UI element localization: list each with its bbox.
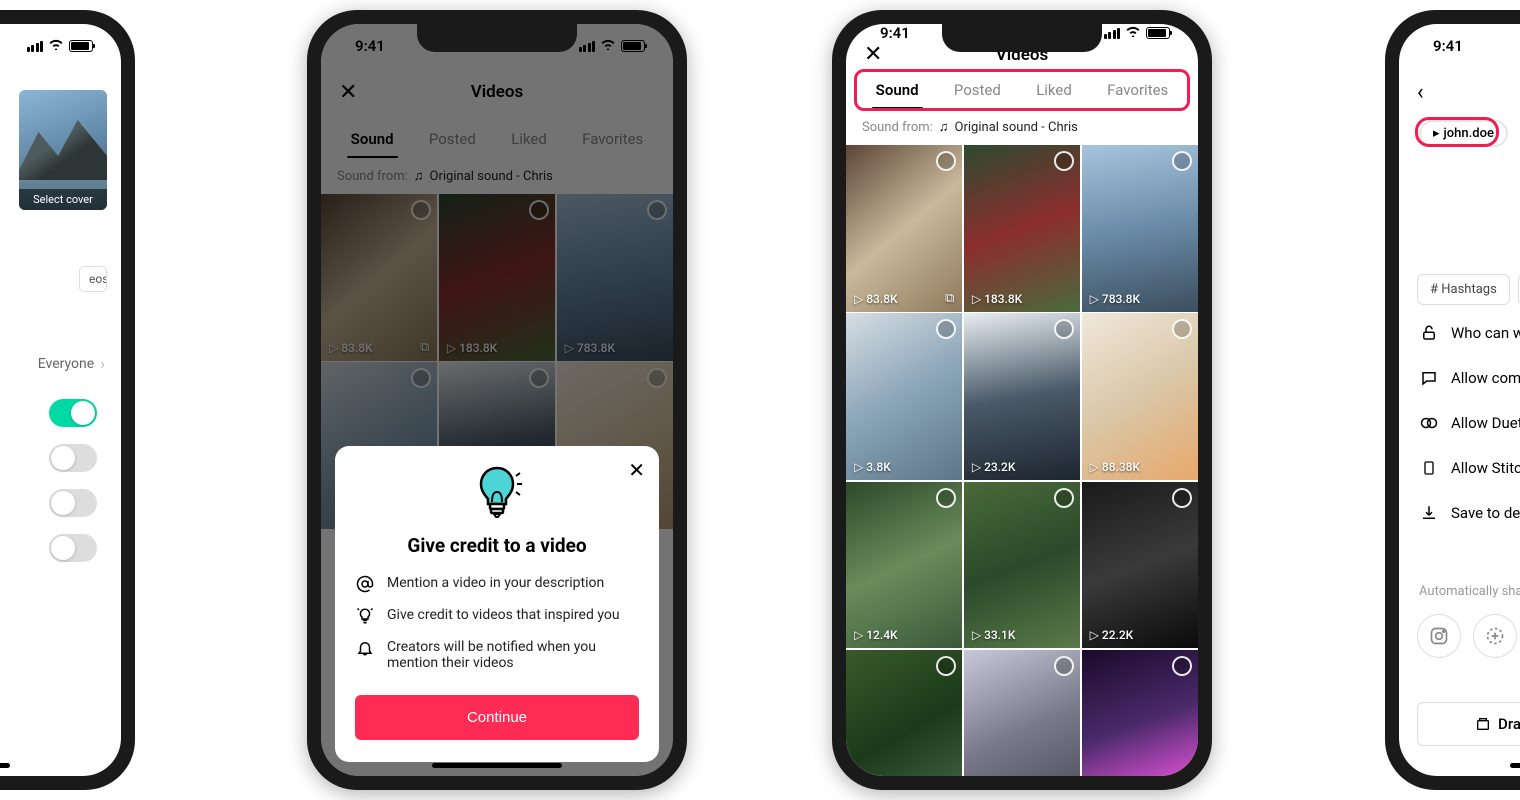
battery-icon [1146, 27, 1170, 39]
wifi-icon [48, 38, 64, 54]
play-icon: ▷ [1090, 460, 1099, 474]
mention-chip[interactable]: ▸ john.doe [1419, 120, 1508, 147]
status-bar: 9:41 [846, 24, 1198, 42]
video-tile[interactable]: ▷22.2K [1082, 482, 1198, 649]
multi-icon: ⧉ [945, 291, 954, 306]
play-icon: ▷ [1090, 292, 1099, 306]
video-tile[interactable]: ▷12.4K [846, 482, 962, 649]
tag-chips-row: # Hashtags @ Ment [1417, 274, 1520, 305]
video-tile[interactable] [964, 650, 1080, 776]
phone-video-selector-modal: 9:41 ✕ Videos Sound Posted Liked Favorit… [307, 10, 687, 790]
tab-liked[interactable]: Liked [1032, 75, 1076, 109]
status-time: 9:41 [880, 24, 910, 42]
select-cover-label: Select cover [19, 189, 107, 210]
credit-modal: ✕ Give credit to a video Mention a video… [335, 446, 659, 762]
stitch-icon [1419, 459, 1439, 477]
toggle-save-device[interactable] [49, 534, 97, 562]
comment-icon [1419, 369, 1439, 387]
status-bar: 9:41 [1399, 24, 1520, 68]
privacy-row[interactable]: Everyone › [38, 354, 105, 373]
cellular-icon [1104, 28, 1121, 39]
sound-from-row: Sound from: ♫ Original sound - Chris [846, 109, 1198, 145]
lightbulb-icon [472, 464, 522, 520]
share-icons-row [1417, 614, 1520, 658]
close-icon[interactable]: ✕ [864, 42, 882, 67]
modal-close-icon[interactable]: ✕ [628, 458, 645, 482]
at-icon [355, 575, 375, 593]
play-icon-small: ▸ [1433, 126, 1440, 141]
page-title: Videos [846, 45, 1198, 65]
play-icon: ▷ [1090, 628, 1099, 642]
video-grid: ▷83.8K⧉ ▷183.8K ▷783.8K ▷3.8K ▷23.2K ▷88… [846, 145, 1198, 776]
tab-favorites[interactable]: Favorites [1103, 75, 1172, 109]
home-indicator [0, 763, 10, 768]
video-tile[interactable] [1082, 650, 1198, 776]
setting-stitch[interactable]: Allow Stitch [1419, 459, 1520, 477]
bell-icon [355, 639, 375, 657]
play-icon: ▷ [854, 460, 863, 474]
video-tile[interactable]: ▷33.1K [964, 482, 1080, 649]
toggle-allow-comments[interactable] [49, 399, 97, 427]
duet-icon [1419, 414, 1439, 432]
videos-chip[interactable]: eos [79, 266, 107, 292]
battery-icon [69, 40, 93, 52]
phone-post-editor: 9:41 ‹ ▸ john.doe # Hashtags @ Ment Who … [1385, 10, 1520, 790]
status-bar [0, 24, 121, 68]
setting-duet[interactable]: Allow Duet [1419, 414, 1520, 432]
phone-post-settings: s, or ou Select cover eos o a video Ever… [0, 10, 135, 790]
home-indicator [1510, 763, 1520, 768]
video-tile[interactable]: ▷88.38K [1082, 313, 1198, 480]
tab-posted[interactable]: Posted [950, 75, 1005, 109]
drafts-icon [1475, 716, 1491, 732]
play-icon: ▷ [972, 460, 981, 474]
tip-mention: Mention a video in your description [355, 575, 639, 593]
setting-privacy[interactable]: Who can watch t [1419, 324, 1520, 342]
play-icon: ▷ [854, 292, 863, 306]
modal-title: Give credit to a video [355, 534, 639, 557]
play-icon: ▷ [854, 628, 863, 642]
share-stories[interactable] [1473, 614, 1517, 658]
page-header: ✕ Videos [846, 42, 1198, 67]
video-tile[interactable]: ▷783.8K [1082, 145, 1198, 312]
cellular-icon [27, 41, 44, 52]
play-icon: ▷ [972, 292, 981, 306]
video-tile[interactable]: ▷3.8K [846, 313, 962, 480]
cover-thumbnail[interactable]: Select cover [19, 90, 107, 210]
idea-icon [355, 607, 375, 625]
video-tile[interactable]: ▷183.8K [964, 145, 1080, 312]
setting-comments[interactable]: Allow comments [1419, 369, 1520, 387]
tab-sound[interactable]: Sound [872, 75, 923, 109]
video-tile[interactable] [846, 650, 962, 776]
tip-credit: Give credit to videos that inspired you [355, 607, 639, 625]
toggle-allow-stitch[interactable] [49, 489, 97, 517]
toggle-allow-duet[interactable] [49, 444, 97, 472]
drafts-button[interactable]: Drafts [1417, 702, 1520, 746]
setting-save-device[interactable]: Save to device [1419, 504, 1520, 522]
chevron-right-icon: › [100, 354, 105, 373]
play-icon: ▷ [972, 628, 981, 642]
continue-button[interactable]: Continue [355, 695, 639, 740]
music-note-icon: ♫ [939, 119, 949, 135]
hashtags-chip[interactable]: # Hashtags [1417, 274, 1510, 305]
status-time: 9:41 [1433, 37, 1463, 55]
tip-notify: Creators will be notified when you menti… [355, 639, 639, 671]
wifi-icon [1125, 25, 1141, 41]
home-indicator [432, 763, 562, 768]
page-header: ‹ [1399, 68, 1520, 116]
share-instagram[interactable] [1417, 614, 1461, 658]
lock-icon [1419, 324, 1439, 342]
tab-bar: Sound Posted Liked Favorites [846, 67, 1198, 109]
video-tile[interactable]: ▷83.8K⧉ [846, 145, 962, 312]
share-label: Automatically share to: [1419, 584, 1520, 599]
phone-video-selector: 9:41 ✕ Videos Sound Posted Liked Favorit… [832, 10, 1212, 790]
back-icon[interactable]: ‹ [1417, 80, 1424, 105]
download-icon [1419, 504, 1439, 522]
video-tile[interactable]: ▷23.2K [964, 313, 1080, 480]
